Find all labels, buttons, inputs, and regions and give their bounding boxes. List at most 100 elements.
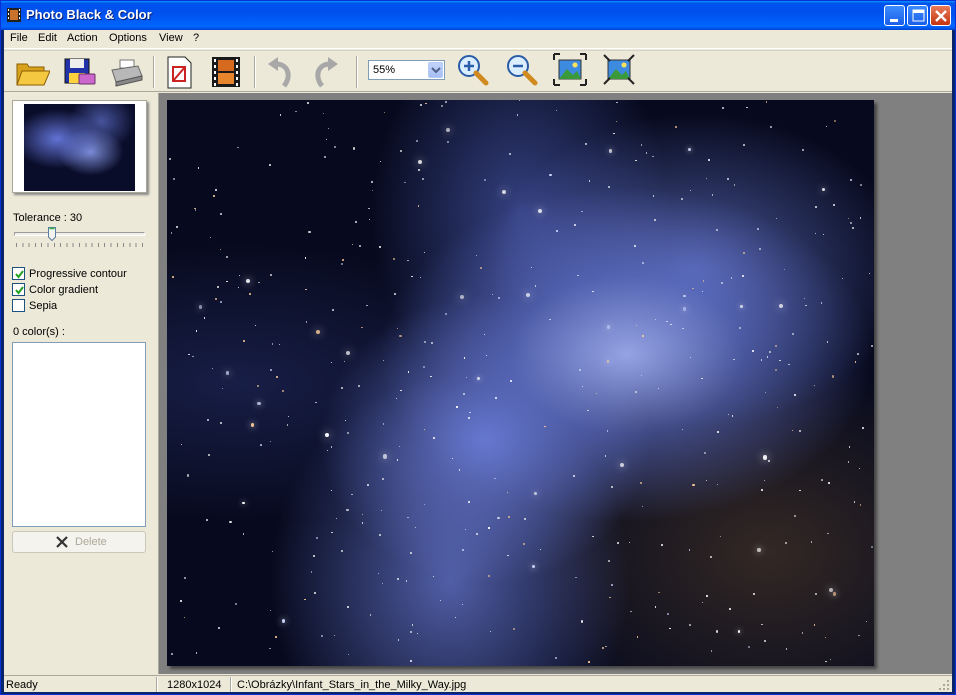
star [497, 297, 500, 300]
star [188, 353, 191, 356]
status-separator [156, 677, 158, 692]
progressive-contour-checkbox[interactable] [12, 267, 25, 280]
star [237, 146, 239, 148]
title-bar[interactable]: Photo Black & Color [1, 1, 955, 30]
star [340, 386, 343, 389]
star [588, 661, 591, 663]
star [315, 536, 318, 539]
star [350, 493, 353, 496]
star [763, 639, 766, 642]
star [534, 285, 537, 287]
star [423, 428, 425, 431]
color-gradient-checkbox[interactable] [12, 283, 25, 296]
star [206, 519, 208, 521]
minimize-button[interactable] [884, 5, 905, 26]
star [688, 148, 691, 151]
star [447, 140, 450, 143]
menu-file[interactable]: File [10, 32, 28, 44]
photo-canvas[interactable] [167, 100, 874, 666]
star [805, 305, 807, 307]
save-button[interactable] [61, 54, 97, 90]
star [526, 292, 531, 297]
tolerance-slider-track[interactable] [14, 232, 145, 236]
star [608, 149, 612, 153]
tolerance-slider-ticks [16, 243, 147, 247]
star [305, 320, 308, 323]
star [404, 181, 406, 184]
star [433, 437, 435, 439]
star [380, 509, 383, 512]
star [832, 203, 836, 206]
star [688, 549, 691, 552]
star [592, 290, 595, 293]
resize-grip-icon[interactable] [939, 680, 950, 691]
actual-size-button[interactable] [601, 52, 637, 88]
tolerance-slider-thumb[interactable] [48, 227, 57, 241]
star [740, 305, 744, 309]
star [258, 281, 260, 284]
star [422, 177, 425, 181]
menu-help[interactable]: ? [193, 32, 199, 44]
star [325, 432, 330, 438]
close-icon [935, 10, 947, 22]
star [765, 101, 768, 104]
star [430, 375, 432, 378]
slideshow-button[interactable] [208, 54, 244, 90]
menu-options[interactable]: Options [109, 32, 147, 44]
delete-button[interactable]: Delete [12, 531, 146, 553]
star [287, 415, 289, 417]
star [680, 198, 683, 201]
undo-button[interactable] [262, 54, 298, 90]
color-gradient-label: Color gradient [29, 284, 99, 296]
star [347, 606, 349, 609]
star [379, 246, 381, 248]
star [855, 361, 857, 363]
star [641, 506, 644, 508]
menu-edit[interactable]: Edit [38, 32, 57, 44]
star [358, 384, 361, 387]
star [304, 598, 306, 601]
thumbnail[interactable] [12, 100, 147, 193]
star [522, 542, 525, 545]
image-viewport[interactable] [158, 93, 952, 674]
star [747, 646, 750, 649]
star [762, 455, 767, 460]
sepia-checkbox[interactable] [12, 299, 25, 312]
open-button[interactable] [14, 54, 50, 90]
maximize-button[interactable] [907, 5, 928, 26]
menu-view[interactable]: View [159, 32, 183, 44]
star [689, 356, 692, 359]
star [480, 267, 483, 270]
star [544, 425, 546, 428]
star [407, 259, 409, 262]
fit-window-button[interactable] [552, 52, 588, 88]
star [847, 217, 849, 219]
redo-button[interactable] [308, 54, 344, 90]
zoom-out-button[interactable] [504, 52, 540, 88]
star [825, 660, 827, 663]
star [785, 541, 788, 544]
star [414, 527, 416, 529]
star [658, 388, 660, 390]
star [405, 580, 408, 582]
star [257, 385, 260, 388]
star [761, 488, 764, 491]
star [555, 657, 558, 660]
print-button[interactable] [108, 54, 144, 90]
page-setup-button[interactable] [161, 54, 197, 90]
star [183, 616, 185, 618]
star [241, 501, 245, 505]
star [841, 278, 843, 280]
star [859, 504, 862, 507]
close-button[interactable] [930, 5, 951, 26]
star [417, 168, 421, 171]
star [580, 210, 583, 213]
star [654, 606, 657, 608]
menu-action[interactable]: Action [67, 32, 98, 44]
zoom-in-button[interactable] [455, 52, 491, 88]
zoom-dropdown-button[interactable] [428, 62, 443, 78]
star [295, 110, 297, 113]
zoom-select[interactable]: 55% [368, 60, 445, 80]
star [214, 189, 217, 192]
colors-list[interactable] [12, 342, 146, 527]
